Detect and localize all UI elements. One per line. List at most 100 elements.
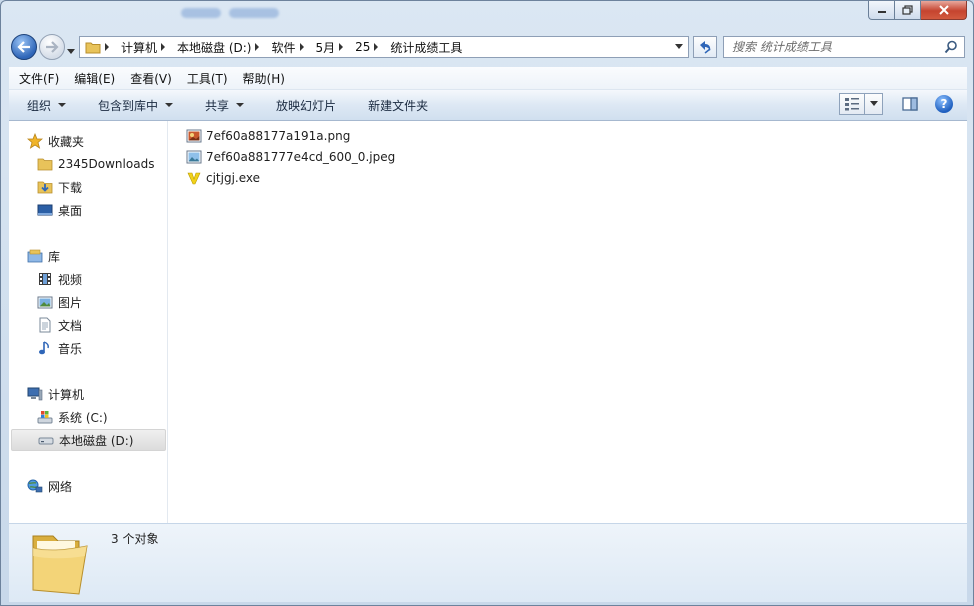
search-box[interactable] bbox=[723, 36, 965, 58]
forward-button[interactable] bbox=[39, 34, 65, 60]
chevron-down-icon bbox=[67, 49, 75, 54]
view-options-dropdown[interactable] bbox=[865, 93, 883, 115]
breadcrumb-current-folder[interactable]: 统计成绩工具 bbox=[387, 39, 465, 56]
view-controls bbox=[839, 93, 883, 115]
navigation-pane: 收藏夹 2345Downloads 下载 桌面 库 视频 图片 文档 音乐 计算… bbox=[9, 121, 168, 523]
desktop-icon bbox=[37, 202, 53, 218]
slideshow-label: 放映幻灯片 bbox=[276, 98, 337, 113]
preview-pane-icon bbox=[902, 97, 918, 111]
maximize-button[interactable] bbox=[895, 1, 921, 20]
png-image-file-icon bbox=[186, 128, 202, 144]
change-view-button[interactable] bbox=[839, 93, 865, 115]
nav-label: 下载 bbox=[58, 180, 83, 195]
caption-buttons bbox=[868, 1, 967, 21]
nav-computer[interactable]: 计算机 bbox=[27, 383, 183, 405]
preview-pane-button[interactable] bbox=[901, 95, 919, 113]
explorer-window: 计算机 本地磁盘 (D:) 软件 5月 25 统计成绩工具 文件(F) 编辑(E… bbox=[0, 0, 974, 606]
breadcrumb-label: 5月 bbox=[315, 40, 336, 55]
window-title-blurred bbox=[181, 5, 331, 21]
arrow-left-icon bbox=[17, 41, 30, 53]
organize-button[interactable]: 组织 bbox=[9, 97, 80, 114]
item-count: 3 个对象 bbox=[111, 532, 159, 546]
jpeg-image-file-icon bbox=[186, 149, 202, 165]
file-name: 7ef60a881777e4cd_600_0.jpeg bbox=[206, 150, 396, 164]
breadcrumb-label: 25 bbox=[355, 40, 371, 54]
new-folder-button[interactable]: 新建文件夹 bbox=[350, 97, 442, 114]
file-item-png[interactable]: 7ef60a88177a191a.png bbox=[186, 126, 350, 146]
close-button[interactable] bbox=[921, 1, 967, 20]
picture-icon bbox=[37, 294, 53, 310]
menu-tools[interactable]: 工具(T) bbox=[177, 70, 233, 87]
file-list: 7ef60a88177a191a.png 7ef60a881777e4cd_60… bbox=[168, 121, 967, 523]
nav-label: 视频 bbox=[58, 272, 83, 287]
share-label: 共享 bbox=[205, 98, 230, 113]
menu-help[interactable]: 帮助(H) bbox=[233, 70, 290, 87]
folder-icon bbox=[37, 156, 53, 172]
share-button[interactable]: 共享 bbox=[187, 97, 258, 114]
network-icon bbox=[27, 478, 43, 494]
address-bar[interactable]: 计算机 本地磁盘 (D:) 软件 5月 25 统计成绩工具 bbox=[79, 36, 689, 58]
breadcrumb-may[interactable]: 5月 bbox=[313, 39, 353, 56]
file-item-exe[interactable]: cjtjgj.exe bbox=[186, 168, 260, 188]
nav-favorites[interactable]: 收藏夹 bbox=[27, 130, 183, 152]
command-bar: 组织 包含到库中 共享 放映幻灯片 新建文件夹 ? bbox=[9, 90, 967, 121]
drive-icon bbox=[38, 432, 54, 448]
new-folder-label: 新建文件夹 bbox=[368, 98, 429, 113]
address-folder-icon bbox=[80, 40, 118, 54]
nav-label: 2345Downloads bbox=[58, 157, 155, 171]
recent-pages-dropdown[interactable] bbox=[67, 44, 75, 58]
nav-libraries[interactable]: 库 bbox=[27, 245, 183, 267]
nav-label: 本地磁盘 (D:) bbox=[59, 433, 134, 448]
back-button[interactable] bbox=[11, 34, 37, 60]
breadcrumb-label: 软件 bbox=[271, 40, 296, 55]
nav-label: 计算机 bbox=[48, 387, 85, 402]
nav-label: 桌面 bbox=[58, 203, 83, 218]
restore-icon bbox=[901, 5, 913, 15]
include-in-library-button[interactable]: 包含到库中 bbox=[80, 97, 187, 114]
minimize-button[interactable] bbox=[868, 1, 895, 20]
breadcrumb-25[interactable]: 25 bbox=[352, 40, 387, 54]
menu-file[interactable]: 文件(F) bbox=[9, 70, 64, 87]
menu-view[interactable]: 查看(V) bbox=[120, 70, 177, 87]
close-icon bbox=[938, 5, 949, 15]
breadcrumb-drive-d[interactable]: 本地磁盘 (D:) bbox=[174, 39, 268, 56]
include-library-label: 包含到库中 bbox=[98, 98, 159, 113]
search-input[interactable] bbox=[732, 40, 942, 54]
slideshow-button[interactable]: 放映幻灯片 bbox=[258, 97, 350, 114]
breadcrumb-software[interactable]: 软件 bbox=[268, 39, 312, 56]
address-history-dropdown[interactable] bbox=[672, 40, 686, 54]
music-icon bbox=[37, 340, 53, 356]
nav-label: 文档 bbox=[58, 318, 83, 333]
downloads-folder-icon bbox=[37, 179, 53, 195]
nav-network[interactable]: 网络 bbox=[27, 475, 183, 497]
chevron-down-icon bbox=[236, 103, 245, 107]
library-icon bbox=[27, 248, 43, 264]
chevron-down-icon bbox=[675, 44, 683, 49]
breadcrumb-computer[interactable]: 计算机 bbox=[118, 39, 174, 56]
nav-label: 音乐 bbox=[58, 341, 83, 356]
view-list-icon bbox=[845, 98, 859, 111]
executable-file-icon bbox=[186, 170, 202, 186]
menu-bar: 文件(F) 编辑(E) 查看(V) 工具(T) 帮助(H) bbox=[9, 67, 967, 90]
nav-label: 系统 (C:) bbox=[58, 410, 108, 425]
help-button[interactable]: ? bbox=[935, 95, 953, 113]
help-icon: ? bbox=[940, 97, 948, 111]
chevron-down-icon bbox=[165, 103, 174, 107]
document-icon bbox=[37, 317, 53, 333]
search-icon[interactable] bbox=[944, 40, 958, 54]
large-folder-icon bbox=[32, 535, 88, 595]
arrow-right-icon bbox=[46, 41, 59, 53]
refresh-icon bbox=[700, 41, 711, 54]
file-name: cjtjgj.exe bbox=[206, 171, 261, 185]
nav-item-drive-d[interactable]: 本地磁盘 (D:) bbox=[11, 429, 166, 451]
video-icon bbox=[37, 271, 53, 287]
file-name: 7ef60a88177a191a.png bbox=[206, 129, 351, 143]
minimize-icon bbox=[877, 11, 886, 13]
organize-label: 组织 bbox=[27, 98, 52, 113]
menu-edit[interactable]: 编辑(E) bbox=[64, 70, 120, 87]
star-icon bbox=[27, 133, 43, 149]
system-drive-icon bbox=[37, 409, 53, 425]
breadcrumb-label: 统计成绩工具 bbox=[390, 40, 463, 55]
file-item-jpeg[interactable]: 7ef60a881777e4cd_600_0.jpeg bbox=[186, 147, 395, 167]
refresh-button[interactable] bbox=[693, 36, 717, 58]
